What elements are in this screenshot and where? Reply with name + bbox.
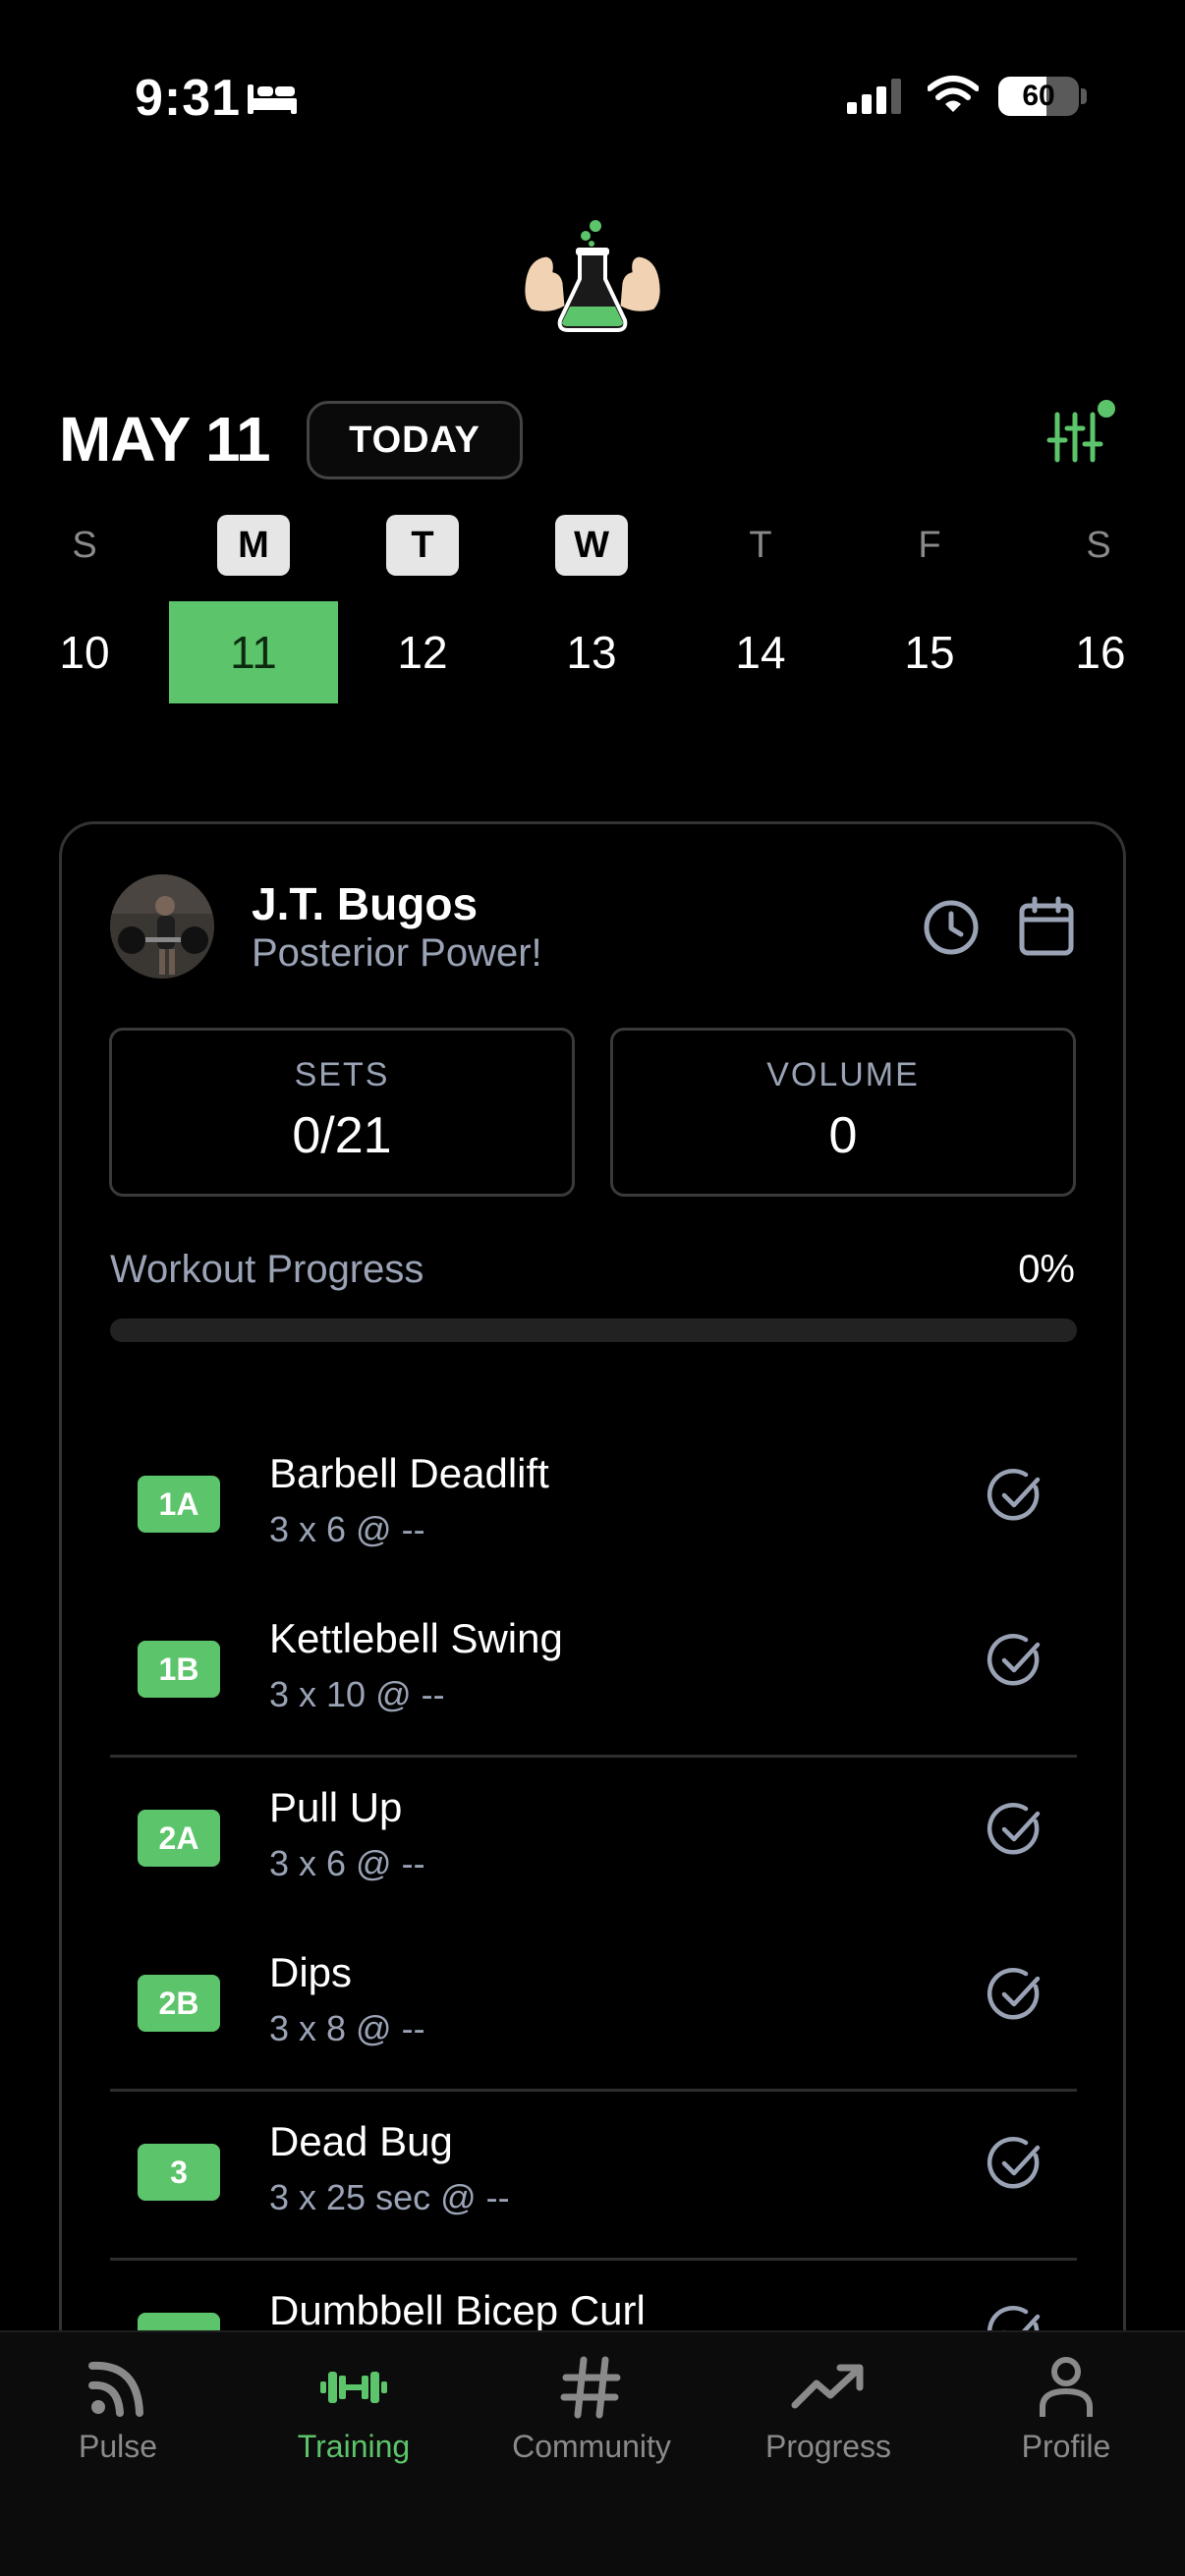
exercise-row[interactable]: 2A Pull Up 3 x 6 @ -- <box>110 1757 1077 1924</box>
avatar-photo <box>110 874 214 979</box>
cellular-signal-icon <box>847 79 901 114</box>
filter-sliders-icon[interactable] <box>1044 395 1120 472</box>
day-cell[interactable]: 13 <box>507 601 676 703</box>
status-time: 9:31 <box>135 70 242 127</box>
calendar-icon[interactable] <box>1018 896 1075 957</box>
trend-icon <box>791 2364 864 2409</box>
day-cell[interactable]: 10 <box>0 601 169 703</box>
weekday-label: F <box>918 525 941 566</box>
pulse-icon <box>88 2361 143 2417</box>
clock-icon[interactable] <box>922 898 981 957</box>
exercise-detail: 3 x 10 @ -- <box>269 1674 445 1714</box>
progress-percent: 0% <box>1018 1248 1075 1291</box>
today-button[interactable]: TODAY <box>307 401 523 479</box>
tab-profile[interactable]: Profile <box>958 2352 1174 2499</box>
exercise-badge: 2A <box>138 1810 220 1867</box>
progress-bar <box>110 1318 1077 1342</box>
date-title: MAY 11 <box>59 404 271 475</box>
tab-label: Community <box>512 2429 671 2464</box>
status-bar: 9:31 60 <box>0 0 1185 196</box>
tab-label: Pulse <box>78 2429 158 2464</box>
exercise-detail: 3 x 25 sec @ -- <box>269 2177 510 2217</box>
avatar[interactable] <box>110 874 214 979</box>
sets-label: SETS <box>294 1056 390 1093</box>
weekday-label: T <box>386 515 459 576</box>
tab-training[interactable]: Training <box>246 2352 462 2499</box>
tab-bar: Pulse Training Community Progress Profil… <box>0 2330 1185 2576</box>
day-cell[interactable]: 12 <box>338 601 507 703</box>
volume-label: VOLUME <box>766 1056 920 1093</box>
tab-community[interactable]: Community <box>483 2352 700 2499</box>
battery-nub <box>1081 88 1087 104</box>
workout-title: Posterior Power! <box>252 931 542 975</box>
exercise-badge: 1B <box>138 1641 220 1698</box>
exercise-name: Barbell Deadlift <box>269 1450 549 1496</box>
bed-icon <box>248 84 297 114</box>
exercise-detail: 3 x 8 @ -- <box>269 2008 425 2048</box>
battery-indicator: 60 <box>998 77 1079 116</box>
check-circle-icon[interactable] <box>987 2134 1045 2193</box>
exercise-row[interactable]: 2B Dips 3 x 8 @ -- <box>110 1922 1077 2089</box>
sets-value: 0/21 <box>292 1107 392 1164</box>
exercise-row[interactable]: 3 Dead Bug 3 x 25 sec @ -- <box>110 2091 1077 2258</box>
day-cell[interactable]: 11 <box>169 601 338 703</box>
tab-label: Profile <box>1021 2429 1111 2464</box>
check-circle-icon[interactable] <box>987 1631 1045 1690</box>
exercise-detail: 3 x 6 @ -- <box>269 1843 425 1883</box>
day-cell[interactable]: 16 <box>1016 601 1185 703</box>
check-circle-icon[interactable] <box>987 1466 1045 1525</box>
exercise-badge: 3 <box>138 2144 220 2201</box>
exercise-badge: 2B <box>138 1975 220 2032</box>
tab-label: Progress <box>764 2429 892 2464</box>
battery-level: 60 <box>1022 80 1055 112</box>
sets-stat: SETS 0/21 <box>109 1028 575 1197</box>
app-logo <box>522 220 663 332</box>
coach-name: J.T. Bugos <box>252 878 479 929</box>
wifi-icon <box>928 76 979 112</box>
exercise-name: Pull Up <box>269 1784 403 1830</box>
tab-progress[interactable]: Progress <box>720 2352 936 2499</box>
exercise-row[interactable]: 1B Kettlebell Swing 3 x 10 @ -- <box>110 1588 1077 1755</box>
exercise-badge: 1A <box>138 1476 220 1533</box>
tab-pulse[interactable]: Pulse <box>10 2352 226 2499</box>
day-cell[interactable]: 15 <box>845 601 1014 703</box>
person-icon <box>1040 2357 1093 2417</box>
exercise-name: Dips <box>269 1949 353 1995</box>
tab-label: Training <box>297 2429 411 2464</box>
dumbbell-icon <box>320 2372 387 2403</box>
exercise-name: Kettlebell Swing <box>269 1615 563 1661</box>
exercise-name: Dead Bug <box>269 2118 453 2164</box>
check-circle-icon[interactable] <box>987 1800 1045 1859</box>
weekday-label: M <box>217 515 290 576</box>
weekday-label: T <box>749 525 772 566</box>
weekday-label: S <box>1086 525 1111 566</box>
exercise-detail: 3 x 6 @ -- <box>269 1509 425 1549</box>
check-circle-icon[interactable] <box>987 1965 1045 2024</box>
day-cell[interactable]: 14 <box>676 601 845 703</box>
volume-stat: VOLUME 0 <box>610 1028 1076 1197</box>
volume-value: 0 <box>828 1107 858 1164</box>
hashtag-icon <box>560 2356 621 2419</box>
weekday-label: S <box>72 525 97 566</box>
exercise-name: Dumbbell Bicep Curl <box>269 2287 646 2333</box>
exercise-row[interactable]: 1A Barbell Deadlift 3 x 6 @ -- <box>110 1423 1077 1590</box>
progress-label: Workout Progress <box>110 1248 424 1291</box>
weekday-label: W <box>555 515 628 576</box>
